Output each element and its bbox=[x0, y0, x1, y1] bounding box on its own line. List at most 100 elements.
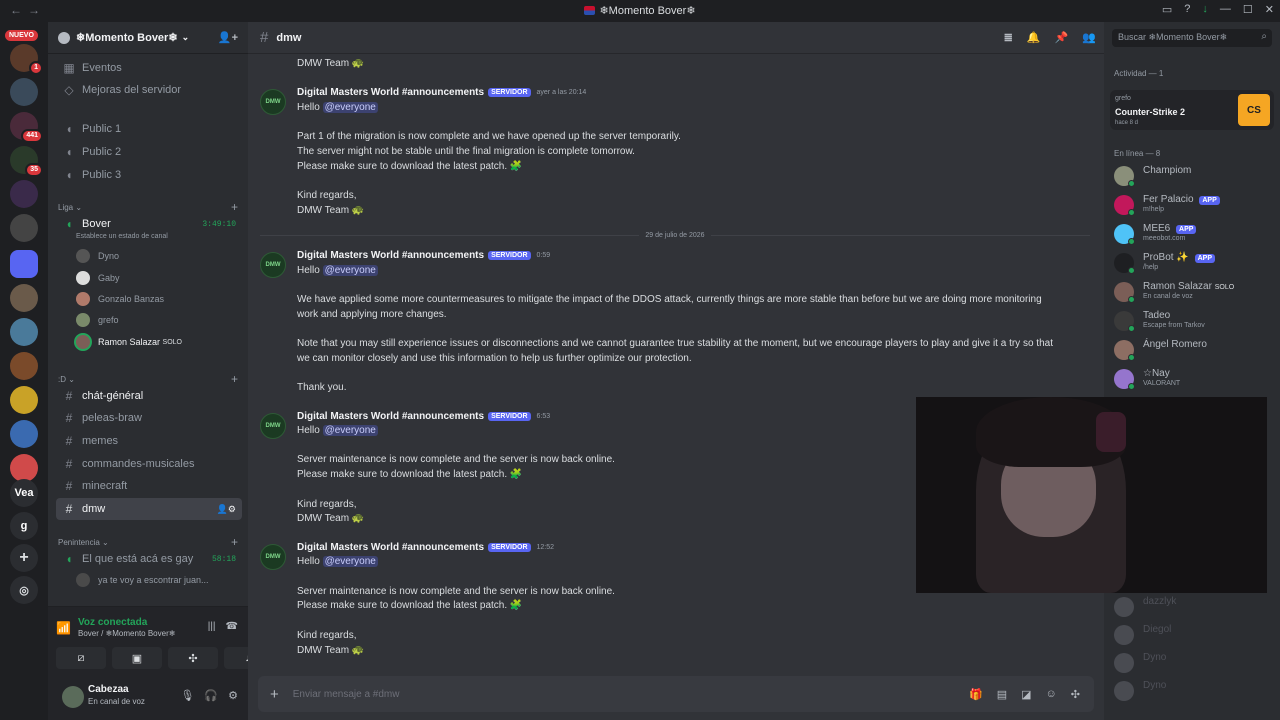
member-row-offline[interactable]: Dyno bbox=[1114, 650, 1276, 676]
mention[interactable]: @everyone bbox=[322, 556, 378, 567]
avatar[interactable] bbox=[62, 686, 84, 708]
user-name[interactable]: Cabezaa bbox=[88, 684, 129, 695]
server-icon[interactable] bbox=[10, 284, 38, 312]
add-channel-icon[interactable]: + bbox=[231, 535, 238, 549]
activities-button[interactable]: ✣ bbox=[168, 647, 218, 669]
close-icon[interactable]: ✕ bbox=[1265, 3, 1274, 16]
avatar[interactable]: DMW bbox=[260, 413, 286, 439]
server-icon[interactable] bbox=[10, 454, 38, 482]
message-composer[interactable]: + Enviar mensaje a #dmw 🎁 ▤ ◪ ☺ ✣ bbox=[258, 676, 1094, 712]
text-channel-active[interactable]: # dmw 👤⚙ bbox=[56, 498, 242, 520]
message-author[interactable]: Digital Masters World #announcements SERV… bbox=[297, 411, 550, 422]
voice-user[interactable]: Gonzalo Banzas bbox=[76, 289, 164, 309]
voice-channel-public-2[interactable]: ◖ Public 2 bbox=[56, 141, 242, 163]
add-channel-icon[interactable]: + bbox=[231, 372, 238, 386]
message-author[interactable]: Digital Masters World #announcements SERV… bbox=[297, 87, 586, 98]
server-icon[interactable] bbox=[10, 352, 38, 380]
server-icon[interactable] bbox=[10, 180, 38, 208]
voice-user[interactable]: Dyno bbox=[76, 246, 119, 266]
member-row-offline[interactable]: dazzlyk bbox=[1114, 594, 1276, 620]
discover-icon[interactable]: ◎ bbox=[10, 576, 38, 604]
mention[interactable]: @everyone bbox=[322, 425, 378, 436]
server-icon[interactable] bbox=[10, 250, 38, 278]
text-channel[interactable]: # chát-général bbox=[56, 385, 242, 407]
category-d[interactable]: :D ⌄ + bbox=[58, 372, 238, 386]
member-row[interactable]: MEE6 APP meeobot.com bbox=[1114, 221, 1276, 247]
camera-button[interactable]: ⧄ bbox=[56, 647, 106, 669]
signal-icon[interactable]: 📶 bbox=[56, 621, 71, 635]
disconnect-icon[interactable]: ☎ bbox=[226, 621, 238, 632]
avatar[interactable]: DMW bbox=[260, 544, 286, 570]
avatar[interactable]: DMW bbox=[260, 89, 286, 115]
channel-boosts[interactable]: ◇ Mejoras del servidor bbox=[56, 79, 242, 101]
member-row[interactable]: Tadeo Escape from Tarkov bbox=[1114, 308, 1276, 334]
mention[interactable]: @everyone bbox=[322, 102, 378, 113]
channel-status[interactable]: Establece un estado de canal bbox=[76, 233, 168, 240]
voice-channel-bover[interactable]: ◖ Bover 3:49:10 bbox=[56, 213, 242, 235]
channel-settings-icon[interactable]: 👤⚙ bbox=[217, 504, 236, 515]
text-channel[interactable]: # minecraft bbox=[56, 475, 242, 497]
member-row[interactable]: ☆Nay VALORANT bbox=[1114, 366, 1276, 392]
server-icon[interactable] bbox=[10, 78, 38, 106]
members-icon[interactable]: 👥 bbox=[1082, 31, 1096, 44]
voice-channel-penitencia[interactable]: ◖ El que está acá es gay 58:18 bbox=[56, 548, 242, 570]
apps-icon[interactable]: ✣ bbox=[1071, 688, 1080, 701]
voice-user[interactable]: grefo bbox=[76, 310, 119, 330]
server-icon[interactable] bbox=[10, 420, 38, 448]
settings-icon[interactable]: ⚙ bbox=[228, 689, 238, 702]
activity-card[interactable]: grefo Counter-Strike 2 hace 8 d CS bbox=[1110, 90, 1274, 130]
voice-user-speaking[interactable]: Ramon Salazar SOLO bbox=[76, 332, 182, 352]
emoji-icon[interactable]: ☺ bbox=[1046, 688, 1057, 701]
bell-icon[interactable]: 🔔 bbox=[1027, 31, 1041, 44]
category-liga[interactable]: Liga ⌄ + bbox=[58, 200, 238, 214]
maximize-icon[interactable]: ☐ bbox=[1243, 3, 1253, 16]
voice-user[interactable]: Gaby bbox=[76, 268, 120, 288]
category-penitencia[interactable]: Penintencia ⌄ + bbox=[58, 535, 238, 549]
member-row-offline[interactable]: Diegol bbox=[1114, 622, 1276, 648]
gif-icon[interactable]: ▤ bbox=[997, 688, 1007, 701]
voice-status-title[interactable]: Voz conectada bbox=[78, 617, 147, 628]
threads-icon[interactable]: ≣ bbox=[1004, 31, 1013, 44]
member-row[interactable]: ProBot ✨ APP/help bbox=[1114, 250, 1276, 276]
voice-channel-public-1[interactable]: ◖ Public 1 bbox=[56, 118, 242, 140]
inbox-icon[interactable]: ▭ bbox=[1162, 3, 1172, 16]
microphone-icon[interactable]: 🎙 bbox=[180, 689, 194, 702]
minimize-icon[interactable]: — bbox=[1220, 3, 1231, 16]
mention[interactable]: @everyone bbox=[322, 265, 378, 276]
server-vea[interactable]: Vea bbox=[10, 479, 38, 507]
invite-icon[interactable]: 👤+ bbox=[218, 31, 238, 44]
text-channel[interactable]: # peleas-braw bbox=[56, 407, 242, 429]
add-channel-icon[interactable]: + bbox=[231, 200, 238, 214]
member-row[interactable]: Fer Palacio APP m!help bbox=[1114, 192, 1276, 218]
member-row[interactable]: Champiom bbox=[1114, 163, 1276, 189]
member-row[interactable]: Ramon Salazar SOLO En canal de voz bbox=[1114, 279, 1276, 305]
pin-icon[interactable]: 📌 bbox=[1055, 31, 1069, 44]
gift-icon[interactable]: 🎁 bbox=[969, 688, 983, 701]
server-icon[interactable] bbox=[10, 318, 38, 346]
voice-status-sub[interactable]: Bover / ❄Momento Bover❄ bbox=[78, 629, 175, 638]
headphones-icon[interactable]: 🎧 bbox=[204, 689, 218, 702]
text-channel[interactable]: # commandes-musicales bbox=[56, 453, 242, 475]
voice-user[interactable]: ya te voy a escontrar juan... bbox=[76, 570, 209, 590]
server-g[interactable]: g bbox=[10, 512, 38, 540]
server-icon[interactable]: 35 bbox=[10, 146, 43, 177]
download-icon[interactable]: ↓ bbox=[1202, 3, 1208, 16]
message-author[interactable]: Digital Masters World #announcements SERV… bbox=[297, 250, 550, 261]
member-row-offline[interactable]: Dyno bbox=[1114, 678, 1276, 704]
message-author[interactable]: Digital Masters World #announcements SERV… bbox=[297, 542, 554, 553]
message-input[interactable]: Enviar mensaje a #dmw bbox=[293, 689, 400, 700]
sticker-icon[interactable]: ◪ bbox=[1021, 688, 1031, 701]
server-icon[interactable]: 1 bbox=[10, 44, 43, 75]
voice-channel-public-3[interactable]: ◖ Public 3 bbox=[56, 164, 242, 186]
server-icon[interactable] bbox=[10, 214, 38, 242]
search-input[interactable]: Buscar ❄Momento Bover❄ ⌕ bbox=[1112, 29, 1272, 47]
add-server-icon[interactable]: + bbox=[10, 544, 38, 572]
help-icon[interactable]: ? bbox=[1184, 3, 1190, 16]
server-icon[interactable] bbox=[10, 386, 38, 414]
member-row[interactable]: Ángel Romero bbox=[1114, 337, 1276, 363]
channel-events[interactable]: ▦ Eventos bbox=[56, 57, 242, 79]
screenshare-button[interactable]: ▣ bbox=[112, 647, 162, 669]
text-channel[interactable]: # memes bbox=[56, 430, 242, 452]
noise-suppression-icon[interactable]: ||| bbox=[208, 621, 216, 632]
attach-plus-icon[interactable]: + bbox=[270, 686, 279, 703]
